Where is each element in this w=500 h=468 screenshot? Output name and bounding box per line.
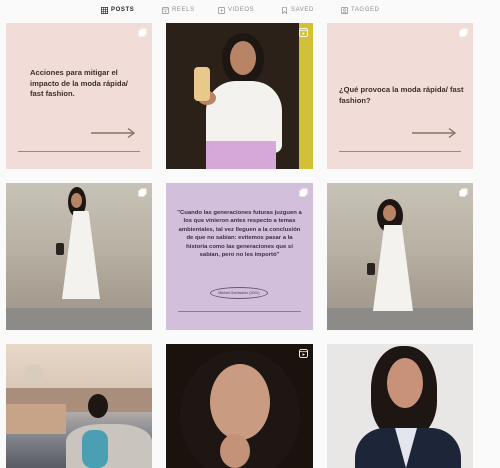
carousel-icon <box>138 188 147 197</box>
post-tile[interactable] <box>6 344 152 468</box>
photo-image <box>166 344 313 468</box>
reel-icon <box>299 28 308 37</box>
tab-saved[interactable]: SAVED <box>281 4 314 16</box>
tab-label: TAGGED <box>351 7 380 13</box>
post-caption: ¿Qué provoca la moda rápida/ fast fashio… <box>339 85 464 105</box>
carousel-icon <box>459 28 468 37</box>
tab-label: REELS <box>172 7 195 13</box>
post-quote: "Cuando las generaciones futuras juzguen… <box>177 210 302 259</box>
grid-icon <box>101 6 108 14</box>
video-icon <box>218 6 225 14</box>
divider <box>18 151 140 152</box>
bookmark-icon <box>282 6 287 14</box>
reel-icon <box>299 349 308 358</box>
arrow-right-icon <box>91 127 136 139</box>
post-tile[interactable]: "Cuando las generaciones futuras juzguen… <box>166 183 313 330</box>
tab-label: POSTS <box>111 7 135 13</box>
tagged-icon <box>341 6 348 14</box>
photo-image <box>6 344 152 468</box>
tab-tagged[interactable]: TAGGED <box>341 4 380 16</box>
tab-label: SAVED <box>291 7 314 13</box>
photo-image <box>166 23 313 169</box>
reels-icon <box>162 6 169 14</box>
photo-image <box>6 183 152 330</box>
post-tile[interactable]: ¿Qué provoca la moda rápida/ fast fashio… <box>327 23 473 169</box>
arrow-right-icon <box>412 127 457 139</box>
post-caption: Acciones para mitigar el impacto de la m… <box>30 68 128 98</box>
post-tile[interactable] <box>6 183 152 330</box>
carousel-icon <box>459 188 468 197</box>
quote-author: Mikhail Gorbachev (2002) <box>210 287 268 299</box>
tab-reels[interactable]: REELS <box>162 4 195 16</box>
profile-tabs: POSTS REELS VIDEOS SAVED TAGGED <box>0 0 500 18</box>
post-tile[interactable] <box>166 344 313 468</box>
tab-label: VIDEOS <box>228 7 255 13</box>
tab-videos[interactable]: VIDEOS <box>218 4 254 16</box>
divider <box>339 151 461 152</box>
post-tile[interactable] <box>166 23 313 169</box>
carousel-icon <box>138 28 147 37</box>
post-tile[interactable]: Acciones para mitigar el impacto de la m… <box>6 23 152 169</box>
post-tile[interactable] <box>327 183 473 330</box>
post-tile[interactable] <box>327 344 473 468</box>
photo-image <box>327 344 473 468</box>
divider <box>178 311 301 312</box>
photo-image <box>327 183 473 330</box>
tab-posts[interactable]: POSTS <box>101 4 134 16</box>
carousel-icon <box>299 188 308 197</box>
